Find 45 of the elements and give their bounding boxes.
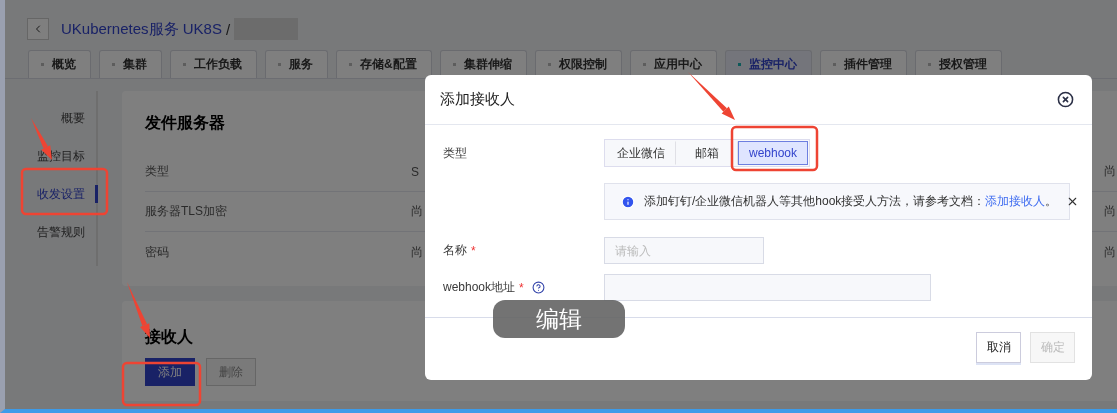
side-nav-item[interactable]: 收发设置 [20, 185, 98, 203]
cancel-button[interactable]: 取消 [976, 332, 1021, 363]
row-value: 尚 [411, 243, 423, 261]
nav-tab[interactable]: 应用中心 [629, 50, 717, 78]
nav-tab[interactable]: 权限控制 [534, 50, 622, 78]
add-button[interactable]: 添加 [145, 358, 195, 386]
tooltip: 编辑 [493, 300, 625, 338]
nav-tab[interactable]: 插件管理 [819, 50, 907, 78]
row-value: 尚 [411, 203, 423, 220]
field-label: 类型 [443, 144, 468, 162]
row-value: 尚 [1104, 243, 1116, 261]
row-label: 类型 [145, 163, 170, 180]
dialog-title: 添加接收人 [440, 90, 515, 109]
nav-tab[interactable]: 服务 [265, 50, 328, 78]
annotation-arrow [688, 72, 735, 120]
row-label: 服务器TLS加密 [145, 203, 228, 220]
type-option[interactable]: 企业微信 [606, 141, 676, 165]
info-icon [621, 194, 635, 209]
card-title: 发件服务器 [145, 113, 226, 132]
nav-tab[interactable]: 监控中心 [724, 50, 812, 78]
row-value: 尚 [1104, 163, 1116, 180]
field-label: 名称 [443, 242, 467, 259]
nav-tab[interactable]: 集群 [99, 50, 162, 78]
nav-tab[interactable]: 工作负载 [170, 50, 257, 78]
help-icon[interactable] [531, 281, 545, 294]
row-value: 尚 [1104, 203, 1116, 220]
row-label: 密码 [145, 243, 170, 261]
side-nav-item[interactable]: 概要 [20, 109, 98, 127]
type-option[interactable]: webhook [738, 141, 809, 165]
side-nav-item[interactable]: 告警规则 [20, 223, 98, 241]
input-field[interactable] [604, 274, 931, 301]
row-value: S [411, 164, 419, 179]
close-icon[interactable] [1057, 91, 1074, 108]
required-mark: * [471, 243, 476, 258]
field-label: webhook地址 [443, 279, 516, 296]
input-field[interactable]: 请输入 [604, 237, 764, 264]
breadcrumb-link[interactable]: UKubernetes服务 UK8S [61, 19, 222, 39]
breadcrumb-separator: / [225, 20, 231, 38]
required-mark: * [519, 280, 524, 295]
nav-tab[interactable]: 存储&配置 [336, 50, 432, 78]
alert-text: 添加钉钉/企业微信机器人等其他hook接受人方法，请参考文档：添加接收人。 [644, 193, 1058, 210]
nav-tab[interactable]: 概览 [28, 50, 91, 78]
nav-tab[interactable]: 集群伸缩 [439, 50, 527, 78]
nav-tab[interactable]: 授权管理 [914, 50, 1002, 78]
doc-link[interactable]: 添加接收人 [985, 194, 1046, 208]
